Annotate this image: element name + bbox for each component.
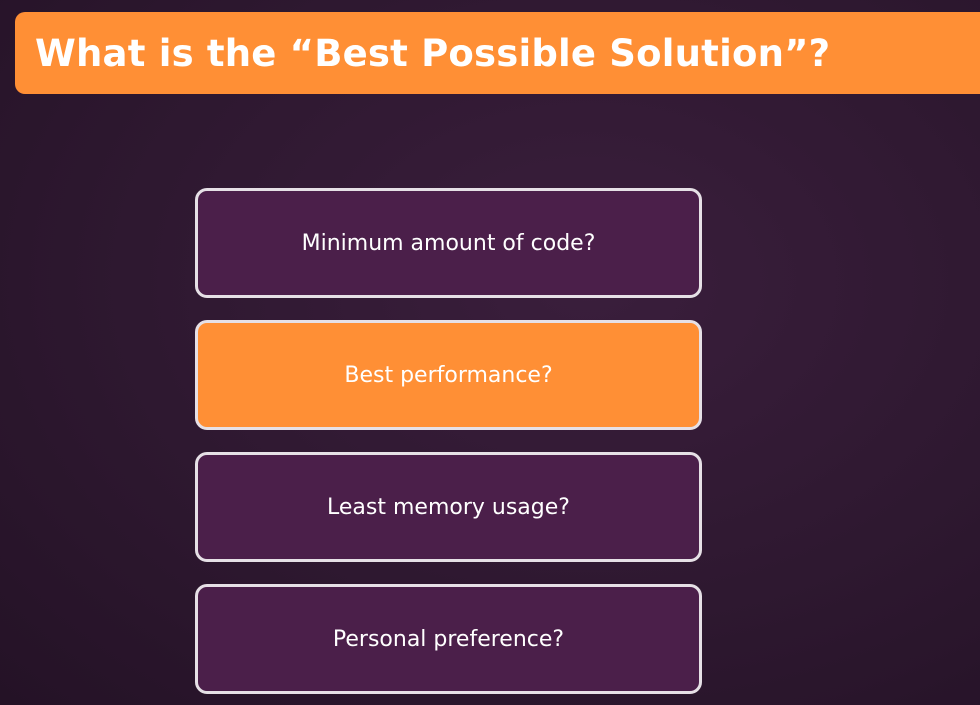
title-banner: What is the “Best Possible Solution”? bbox=[15, 12, 980, 94]
option-least-memory[interactable]: Least memory usage? bbox=[195, 452, 702, 562]
options-list: Minimum amount of code? Best performance… bbox=[195, 188, 702, 694]
option-label: Best performance? bbox=[344, 362, 553, 388]
option-label: Minimum amount of code? bbox=[301, 230, 596, 256]
slide-title: What is the “Best Possible Solution”? bbox=[35, 31, 831, 75]
option-personal-preference[interactable]: Personal preference? bbox=[195, 584, 702, 694]
option-best-performance[interactable]: Best performance? bbox=[195, 320, 702, 430]
option-minimum-code[interactable]: Minimum amount of code? bbox=[195, 188, 702, 298]
option-label: Least memory usage? bbox=[327, 494, 570, 520]
option-label: Personal preference? bbox=[332, 626, 565, 652]
